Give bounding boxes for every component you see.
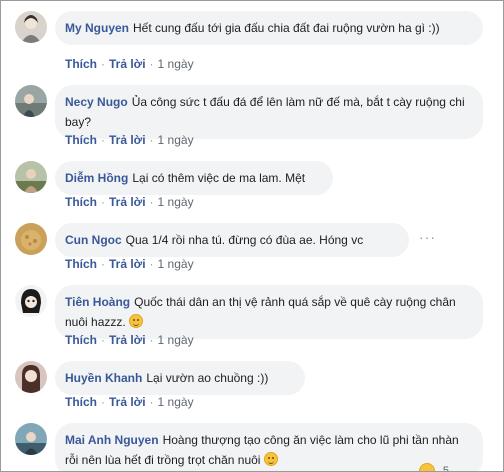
separator-dot: · [149, 257, 154, 271]
like-link[interactable]: Thích [65, 57, 97, 71]
comment-text: Qua 1/4 rồi nha tú. đừng có đùa ae. Hóng… [125, 233, 364, 247]
reply-link[interactable]: Trả lời [109, 333, 146, 347]
like-link[interactable]: Thích [65, 395, 97, 409]
comment-time[interactable]: 1 ngày [158, 195, 194, 209]
separator-dot: · [149, 133, 154, 147]
comment-actions: Thích · Trả lời · 1 ngày [65, 395, 194, 409]
avatar[interactable] [15, 285, 47, 317]
separator-dot: · [101, 57, 105, 71]
avatar[interactable] [15, 11, 47, 43]
comment-author[interactable]: Mai Anh Nguyen [65, 433, 159, 447]
comment-text: Lại có thêm việc de ma lam. Mệt [132, 171, 306, 185]
comment-bubble: Diễm Hồng Lại có thêm việc de ma lam. Mệt [55, 161, 333, 195]
separator-dot: · [101, 195, 105, 209]
avatar[interactable] [15, 223, 47, 255]
comment-bubble: Cun Ngoc Qua 1/4 rồi nha tú. đừng có đùa … [55, 223, 409, 257]
more-options-icon[interactable]: ··· [419, 229, 436, 245]
separator-dot: · [149, 57, 154, 71]
reply-link[interactable]: Trả lời [109, 195, 146, 209]
comment-bubble: Necy Nugo Ủa công sức t đấu đá để lên làm… [55, 85, 483, 139]
reply-link[interactable]: Trả lời [109, 57, 146, 71]
comment-author[interactable]: Necy Nugo [65, 95, 128, 109]
comment-bubble: My Nguyen Hết cung đấu tới gia đấu chia đ… [55, 11, 483, 45]
avatar[interactable] [15, 161, 47, 193]
like-link[interactable]: Thích [65, 195, 97, 209]
reply-link[interactable]: Trả lời [109, 257, 146, 271]
reaction-count[interactable]: 5 [443, 461, 449, 471]
like-link[interactable]: Thích [65, 257, 97, 271]
comment-author[interactable]: My Nguyen [65, 21, 129, 35]
separator-dot: · [101, 395, 105, 409]
smirk-emoji-icon [129, 314, 144, 328]
comment-author[interactable]: Cun Ngoc [65, 233, 122, 247]
comment-author[interactable]: Huyền Khanh [65, 371, 142, 385]
separator-dot: · [101, 257, 105, 271]
comment-time[interactable]: 1 ngày [158, 257, 194, 271]
comment-actions: Thích · Trả lời · 1 ngày [65, 133, 194, 147]
comment-time[interactable]: 1 ngày [158, 395, 194, 409]
comment-time[interactable]: 1 ngày [158, 57, 194, 71]
comment-actions: Thích · Trả lời · 1 ngày [65, 195, 194, 209]
avatar[interactable] [15, 361, 47, 393]
smile-emoji-icon [263, 452, 278, 466]
comment-time[interactable]: 1 ngày [158, 133, 194, 147]
comment-bubble: Mai Anh Nguyen Hoàng thượng tạo công ăn v… [55, 423, 483, 471]
separator-dot: · [149, 333, 154, 347]
avatar[interactable] [15, 423, 47, 455]
comment-time[interactable]: 1 ngày [158, 333, 194, 347]
comment-author[interactable]: Diễm Hồng [65, 171, 128, 185]
comment-bubble: Tiên Hoàng Quốc thái dân an thị vệ rảnh q… [55, 285, 483, 339]
separator-dot: · [149, 195, 154, 209]
comment-text: Hết cung đấu tới gia đấu chia đất đai ru… [133, 21, 440, 35]
avatar[interactable] [15, 85, 47, 117]
reaction-icon[interactable] [419, 463, 435, 471]
separator-dot: · [149, 395, 154, 409]
comment-actions: Thích · Trả lời · 1 ngày [65, 57, 194, 71]
separator-dot: · [101, 133, 105, 147]
reply-link[interactable]: Trả lời [109, 395, 146, 409]
comment-text: Lại vườn ao chuồng :)) [146, 371, 269, 385]
like-link[interactable]: Thích [65, 133, 97, 147]
comment-bubble: Huyền Khanh Lại vườn ao chuồng :)) [55, 361, 305, 395]
like-link[interactable]: Thích [65, 333, 97, 347]
comment-actions: Thích · Trả lời · 1 ngày [65, 257, 194, 271]
comments-panel: My Nguyen Hết cung đấu tới gia đấu chia đ… [0, 0, 504, 472]
comment-actions: Thích · Trả lời · 1 ngày [65, 333, 194, 347]
separator-dot: · [101, 333, 105, 347]
reply-link[interactable]: Trả lời [109, 133, 146, 147]
comment-author[interactable]: Tiên Hoàng [65, 295, 130, 309]
